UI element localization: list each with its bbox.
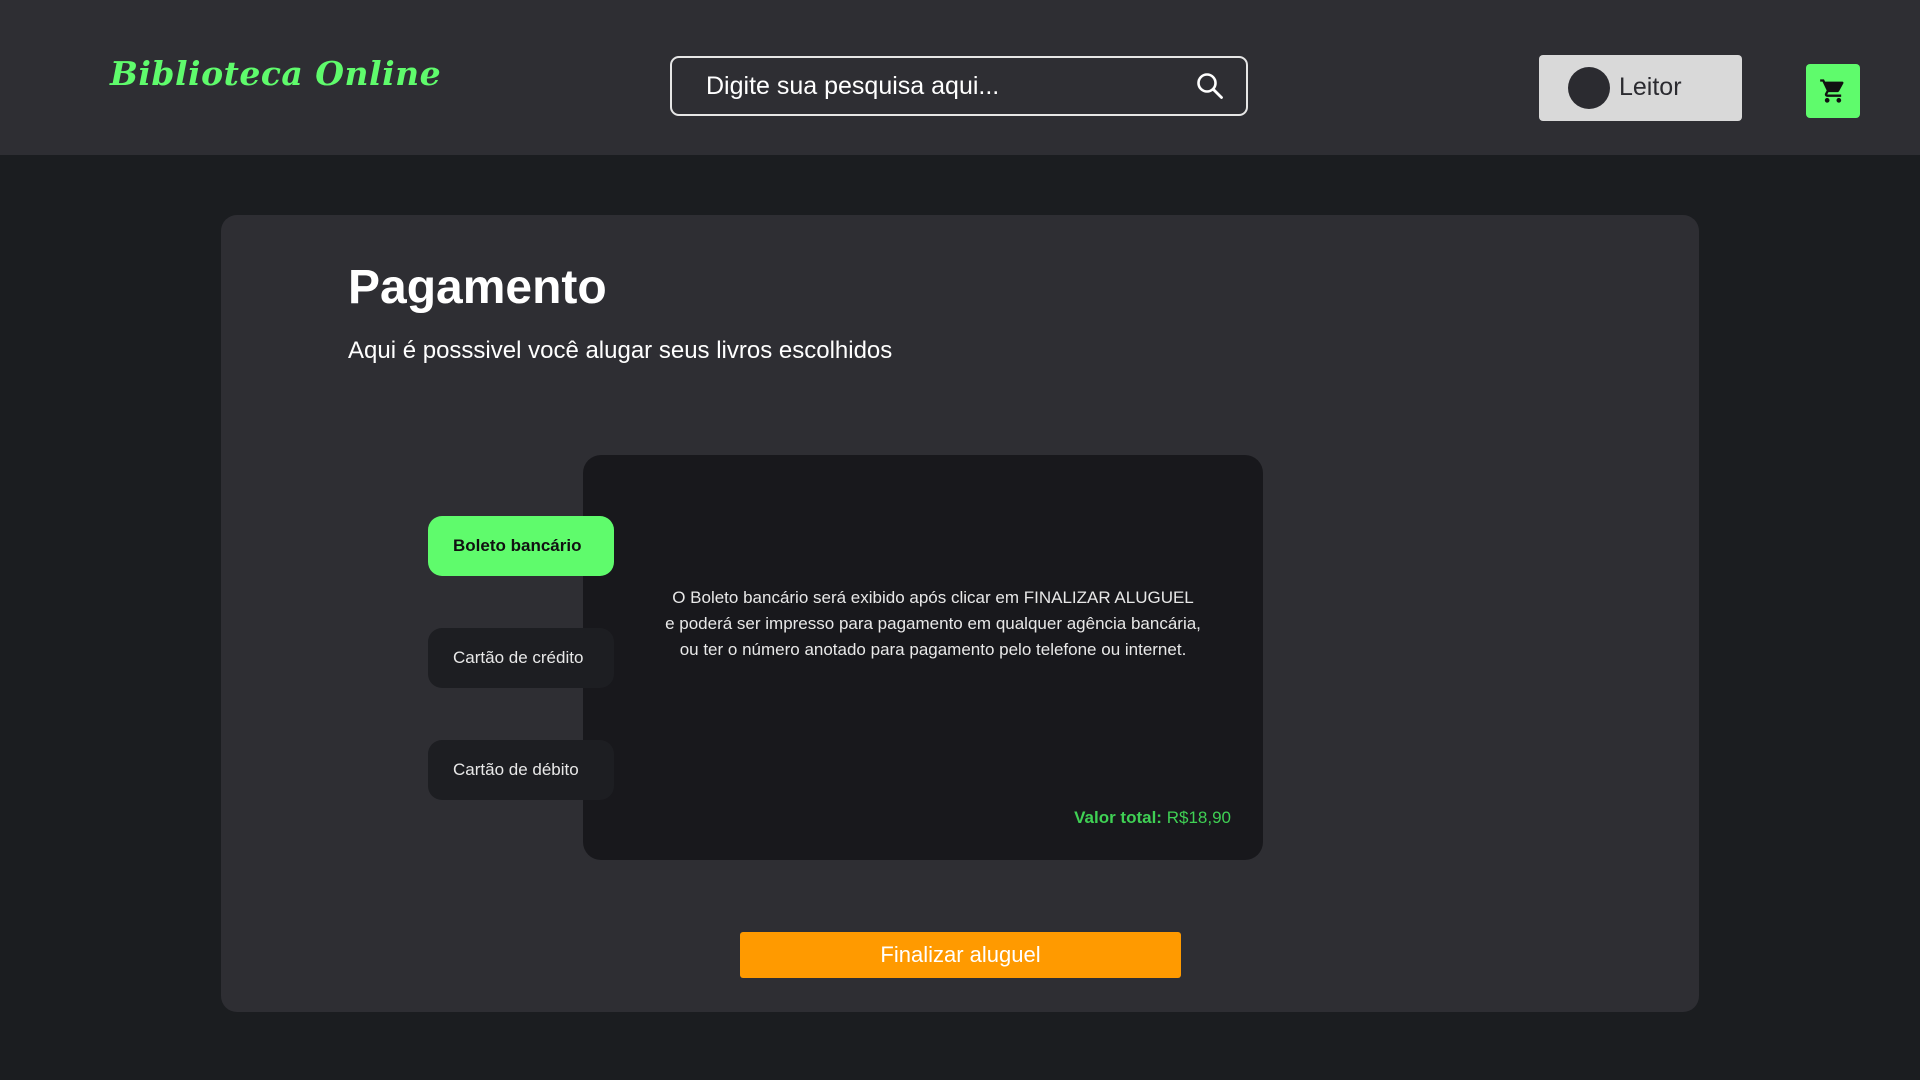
payment-info-line: e poderá ser impresso para pagamento em … — [665, 614, 1201, 633]
payment-method-debit-card[interactable]: Cartão de débito — [428, 740, 614, 800]
payment-info-line: O Boleto bancário será exibido após clic… — [672, 588, 1194, 607]
user-profile-button[interactable]: Leitor — [1539, 55, 1742, 121]
page-subtitle: Aqui é posssivel você alugar seus livros… — [348, 337, 893, 364]
search-icon[interactable] — [1196, 72, 1224, 100]
user-label: Leitor — [1619, 73, 1682, 101]
finalize-rental-button[interactable]: Finalizar aluguel — [740, 932, 1181, 978]
total-label: Valor total: — [1074, 808, 1162, 827]
cart-button[interactable] — [1806, 64, 1860, 118]
payment-info-panel: O Boleto bancário será exibido após clic… — [583, 455, 1263, 860]
total-amount: Valor total: R$18,90 — [1074, 808, 1231, 828]
total-value: R$18,90 — [1166, 808, 1231, 827]
page-title: Pagamento — [348, 261, 607, 314]
search-input[interactable] — [706, 58, 1166, 114]
payment-info-line: ou ter o número anotado para pagamento p… — [679, 640, 1187, 659]
payment-method-boleto[interactable]: Boleto bancário — [428, 516, 614, 576]
top-header: Biblioteca Online Leitor — [0, 0, 1920, 155]
payment-card: Pagamento Aqui é posssivel você alugar s… — [221, 215, 1699, 1012]
payment-info-text: O Boleto bancário será exibido após clic… — [643, 585, 1223, 663]
search-bar — [670, 56, 1248, 116]
site-logo[interactable]: Biblioteca Online — [110, 54, 441, 93]
payment-method-credit-card[interactable]: Cartão de crédito — [428, 628, 614, 688]
cart-icon — [1819, 77, 1847, 105]
avatar — [1568, 67, 1610, 109]
